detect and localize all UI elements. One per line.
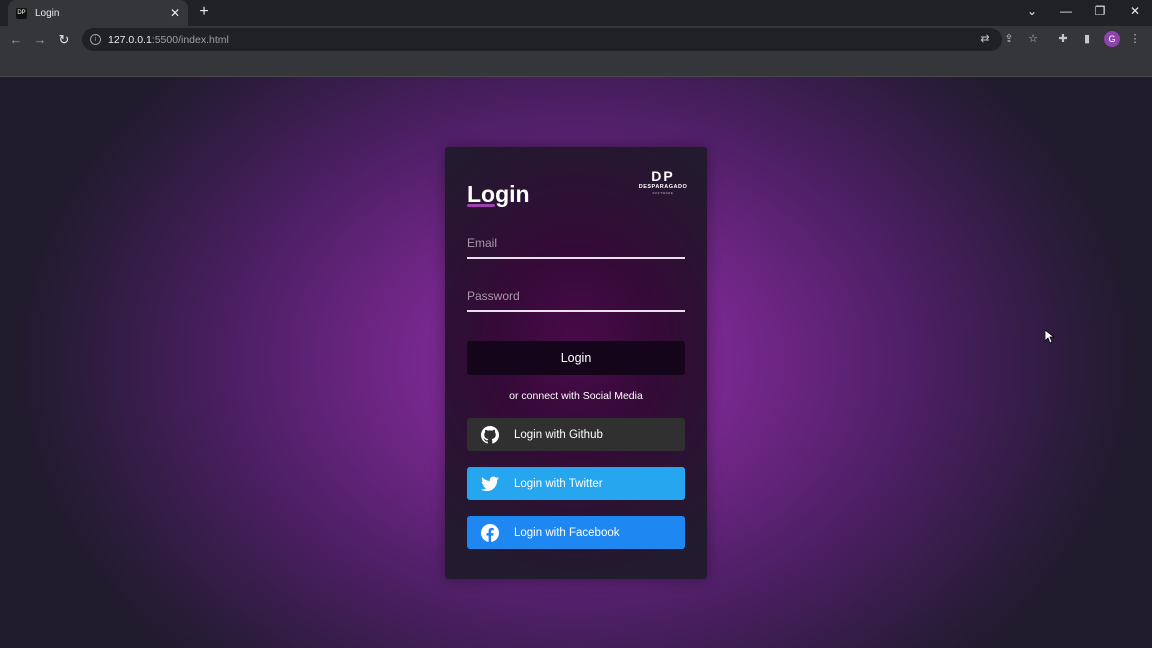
tab-favicon-icon: DP bbox=[16, 7, 27, 19]
extensions-icon[interactable]: ✚ bbox=[1056, 32, 1070, 45]
github-login-label: Login with Github bbox=[514, 428, 603, 441]
email-field[interactable] bbox=[467, 229, 685, 257]
back-icon[interactable]: ← bbox=[8, 32, 24, 47]
email-field-wrapper bbox=[467, 229, 685, 259]
logo-sub: SOFTWARE bbox=[652, 191, 674, 195]
tab-search-icon[interactable]: ⌄ bbox=[1024, 4, 1040, 18]
password-field-wrapper bbox=[467, 282, 685, 312]
twitter-login-button[interactable]: Login with Twitter bbox=[467, 467, 685, 500]
reload-icon[interactable]: ↻ bbox=[56, 32, 72, 48]
bookmark-star-icon[interactable]: ☆ bbox=[1026, 32, 1040, 45]
browser-toolbar: ← → ↻ i 127.0.0.1:5500/index.html ⇄ ⇪ ☆ … bbox=[0, 26, 1152, 53]
github-icon bbox=[481, 425, 499, 444]
login-button[interactable]: Login bbox=[467, 341, 685, 375]
page-background: Login DP DESPARAGADO SOFTWARE Login or c… bbox=[0, 77, 1152, 648]
twitter-login-label: Login with Twitter bbox=[514, 477, 603, 490]
share-icon[interactable]: ⇪ bbox=[1002, 32, 1016, 45]
forward-icon[interactable]: → bbox=[32, 32, 48, 47]
url-host: 127.0.0.1 bbox=[108, 33, 152, 46]
logo-brand: DESPARAGADO bbox=[638, 184, 688, 190]
github-login-button[interactable]: Login with Github bbox=[467, 418, 685, 451]
url-text: 127.0.0.1:5500/index.html bbox=[108, 34, 229, 46]
browser-tab[interactable]: DP Login ✕ bbox=[8, 0, 188, 26]
facebook-login-button[interactable]: Login with Facebook bbox=[467, 516, 685, 549]
menu-icon[interactable]: ⋮ bbox=[1128, 32, 1142, 45]
logo-mark: DP bbox=[651, 168, 675, 184]
title-underline bbox=[467, 204, 495, 207]
password-field[interactable] bbox=[467, 282, 685, 310]
window-close-icon[interactable]: ✕ bbox=[1127, 4, 1143, 18]
tab-close-icon[interactable]: ✕ bbox=[170, 6, 180, 20]
restore-icon[interactable]: ❐ bbox=[1092, 4, 1108, 18]
login-card: Login DP DESPARAGADO SOFTWARE Login or c… bbox=[445, 147, 707, 579]
tab-title: Login bbox=[35, 7, 60, 19]
site-info-icon[interactable]: i bbox=[90, 34, 101, 45]
profile-avatar[interactable]: G bbox=[1104, 31, 1120, 47]
address-bar[interactable]: i 127.0.0.1:5500/index.html bbox=[82, 28, 1002, 51]
translate-icon[interactable]: ⇄ bbox=[978, 32, 992, 45]
browser-tab-bar: DP Login ✕ + ⌄ — ❐ ✕ bbox=[0, 0, 1152, 26]
facebook-login-label: Login with Facebook bbox=[514, 526, 620, 539]
social-divider-text: or connect with Social Media bbox=[509, 390, 643, 402]
twitter-icon bbox=[481, 475, 499, 493]
side-panel-icon[interactable]: ▮ bbox=[1080, 32, 1094, 45]
minimize-icon[interactable]: — bbox=[1058, 4, 1074, 18]
new-tab-button[interactable]: + bbox=[196, 4, 212, 20]
url-path: :5500/index.html bbox=[151, 33, 229, 46]
bookmarks-bar bbox=[0, 53, 1152, 77]
brand-logo: DP DESPARAGADO SOFTWARE bbox=[635, 169, 691, 197]
facebook-icon bbox=[481, 523, 499, 542]
